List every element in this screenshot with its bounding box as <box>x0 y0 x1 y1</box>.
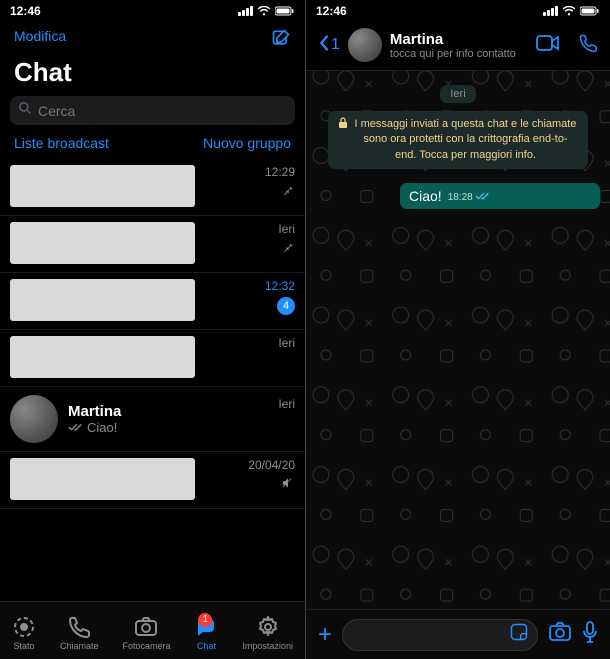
tab-status[interactable]: Stato <box>12 615 36 651</box>
tab-badge: 1 <box>198 613 212 627</box>
unread-badge: 4 <box>277 297 295 315</box>
encryption-notice[interactable]: I messaggi inviati a questa chat e le ch… <box>328 111 588 169</box>
chat-row[interactable]: 12:32 4 <box>0 273 305 330</box>
chat-row[interactable]: Ieri <box>0 330 305 387</box>
chat-time: 12:29 <box>265 165 295 179</box>
lock-icon <box>338 117 348 134</box>
chat-row[interactable]: 20/04/20 <box>0 452 305 509</box>
status-indicators <box>543 6 600 16</box>
camera-button[interactable] <box>548 622 572 647</box>
new-group-button[interactable]: Nuovo gruppo <box>203 135 291 151</box>
read-ticks-icon <box>68 420 84 435</box>
chat-time: Ieri <box>278 397 295 411</box>
broadcast-lists-button[interactable]: Liste broadcast <box>14 135 109 151</box>
back-button[interactable]: 1 <box>318 34 340 57</box>
cellular-signal-icon <box>543 6 558 16</box>
search-input[interactable] <box>10 96 295 125</box>
battery-icon <box>275 6 295 16</box>
chat-preview: Ciao! <box>68 420 268 435</box>
conversation-subtitle: tocca qui per info contatto <box>390 48 518 60</box>
chat-time: Ieri <box>278 222 295 236</box>
tab-bar: Stato Chiamate Fotocamera 1 Chat Imposta… <box>0 601 305 659</box>
status-bar: 12:46 <box>0 0 305 22</box>
date-chip: Ieri <box>440 85 475 103</box>
wifi-icon <box>257 6 271 16</box>
microphone-button[interactable] <box>582 621 598 648</box>
chat-row[interactable]: 12:29 <box>0 159 305 216</box>
voice-call-button[interactable] <box>578 33 598 58</box>
message-input[interactable] <box>342 619 538 651</box>
status-bar: 12:46 <box>306 0 610 22</box>
mute-icon <box>281 476 295 490</box>
page-title: Chat <box>0 57 305 94</box>
chat-name: Martina <box>68 403 268 420</box>
chat-row-martina[interactable]: Martina Ciao! Ieri <box>0 387 305 452</box>
message-out[interactable]: Ciao! 18:28 <box>400 183 600 209</box>
tab-camera[interactable]: Fotocamera <box>122 615 170 651</box>
battery-icon <box>580 6 600 16</box>
chat-time: Ieri <box>278 336 295 350</box>
pin-icon <box>281 183 295 197</box>
video-call-button[interactable] <box>536 35 560 56</box>
chat-row-redacted <box>10 336 195 378</box>
chat-time: 20/04/20 <box>248 458 295 472</box>
status-time: 12:46 <box>10 4 41 18</box>
pin-icon <box>281 240 295 254</box>
message-input-bar: + <box>306 609 610 659</box>
chat-list-screen: 12:46 Modifica Chat Liste broadcast Nuov… <box>0 0 305 659</box>
status-time: 12:46 <box>316 4 347 18</box>
cellular-signal-icon <box>238 6 253 16</box>
tab-chats[interactable]: 1 Chat <box>194 615 218 651</box>
tab-settings[interactable]: Impostazioni <box>242 615 293 651</box>
attach-button[interactable]: + <box>318 621 332 649</box>
sticker-icon[interactable] <box>509 622 529 647</box>
message-time: 18:28 <box>448 192 473 203</box>
avatar <box>10 395 58 443</box>
contact-info-button[interactable]: Martina tocca qui per info contatto <box>390 31 518 60</box>
compose-icon[interactable] <box>271 28 291 53</box>
chat-list: 12:29 Ieri 12:32 4 <box>0 159 305 601</box>
conversation-header: 1 Martina tocca qui per info contatto <box>306 22 610 71</box>
conversation-screen: 12:46 1 Martina tocca qui per info conta… <box>305 0 610 659</box>
chat-row-redacted <box>10 458 195 500</box>
read-ticks-icon <box>475 191 491 204</box>
search-field[interactable] <box>38 103 287 119</box>
status-indicators <box>238 6 295 16</box>
chat-time: 12:32 <box>265 279 295 293</box>
avatar[interactable] <box>348 28 382 62</box>
edit-button[interactable]: Modifica <box>14 28 66 53</box>
chevron-left-icon <box>318 34 330 57</box>
search-icon <box>18 101 32 120</box>
conversation-name: Martina <box>390 31 518 48</box>
chat-row-redacted <box>10 165 195 207</box>
chat-row[interactable]: Ieri <box>0 216 305 273</box>
conversation-body: Ieri I messaggi inviati a questa chat e … <box>306 71 610 609</box>
wifi-icon <box>562 6 576 16</box>
chat-row-redacted <box>10 279 195 321</box>
tab-calls[interactable]: Chiamate <box>60 615 99 651</box>
chat-row-redacted <box>10 222 195 264</box>
message-text: Ciao! <box>409 188 442 204</box>
